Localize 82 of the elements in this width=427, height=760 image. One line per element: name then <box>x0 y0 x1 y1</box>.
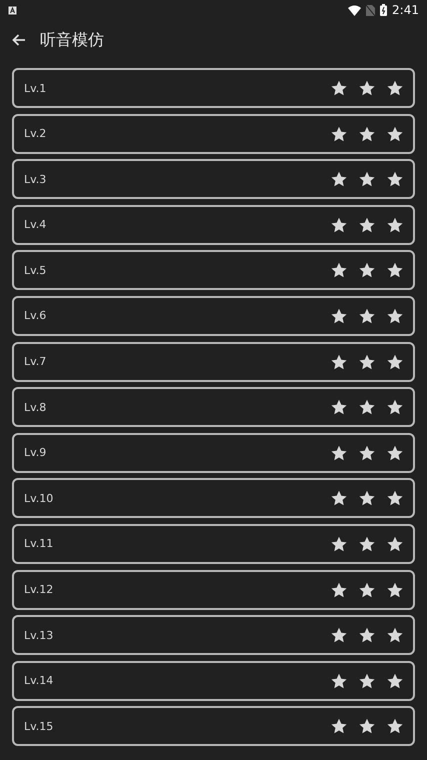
level-card[interactable]: Lv.12 <box>12 570 415 610</box>
level-label: Lv.2 <box>24 127 48 140</box>
level-label: Lv.11 <box>24 537 54 550</box>
star-icon <box>331 399 347 416</box>
star-icon <box>387 126 403 142</box>
star-icon <box>331 718 347 734</box>
star-icon <box>387 399 403 416</box>
star-icon <box>331 216 347 233</box>
level-card[interactable]: Lv.15 <box>12 706 415 746</box>
star-icon <box>359 627 375 644</box>
level-card[interactable]: Lv.3 <box>12 159 415 200</box>
level-label: Lv.5 <box>24 264 48 277</box>
star-icon <box>387 262 403 278</box>
star-icon <box>331 171 347 188</box>
star-icon <box>359 308 375 324</box>
level-card[interactable]: Lv.6 <box>12 296 415 336</box>
level-card[interactable]: Lv.1 <box>12 68 415 108</box>
star-icon <box>359 80 375 96</box>
star-icon <box>359 399 375 416</box>
star-icon <box>359 354 375 370</box>
level-card[interactable]: Lv.9 <box>12 432 415 473</box>
star-icon <box>387 354 403 370</box>
star-icon <box>387 171 403 188</box>
level-label: Lv.7 <box>24 355 48 368</box>
star-icon <box>331 627 347 644</box>
star-icon <box>359 126 375 142</box>
level-card[interactable]: Lv.5 <box>12 250 415 290</box>
no-sim-icon <box>366 4 376 16</box>
level-label: Lv.6 <box>24 309 48 322</box>
star-icon <box>387 718 403 734</box>
level-label: Lv.12 <box>24 583 54 596</box>
star-icon <box>331 536 347 552</box>
back-arrow-icon <box>12 34 26 46</box>
star-icon <box>387 308 403 324</box>
star-icon <box>359 262 375 278</box>
star-icon <box>359 718 375 734</box>
star-icon <box>331 308 347 324</box>
level-label: Lv.13 <box>24 628 54 642</box>
star-icon <box>359 490 375 506</box>
star-icon <box>331 354 347 370</box>
notification-icon <box>8 6 17 14</box>
star-icon <box>387 582 403 598</box>
star-icon <box>331 672 347 689</box>
star-icon <box>387 627 403 644</box>
star-icon <box>359 672 375 689</box>
wifi-icon <box>348 4 362 16</box>
star-icon <box>331 582 347 598</box>
star-icon <box>359 582 375 598</box>
screen-title: 听音模仿 <box>40 30 104 50</box>
star-icon <box>387 672 403 689</box>
star-icon <box>387 536 403 552</box>
battery-icon <box>380 4 388 16</box>
star-icon <box>387 216 403 233</box>
star-icon <box>387 80 403 96</box>
level-card[interactable]: Lv.7 <box>12 342 415 382</box>
level-label: Lv.3 <box>24 172 48 186</box>
level-card[interactable]: Lv.11 <box>12 524 415 564</box>
star-icon <box>331 262 347 278</box>
status-time: 2:41 <box>392 3 419 17</box>
level-label: Lv.9 <box>24 446 48 460</box>
level-label: Lv.8 <box>24 400 48 414</box>
star-icon <box>331 80 347 96</box>
star-icon <box>331 490 347 506</box>
level-label: Lv.1 <box>24 82 48 94</box>
level-card[interactable]: Lv.4 <box>12 204 415 245</box>
star-icon <box>359 536 375 552</box>
star-icon <box>359 171 375 188</box>
level-label: Lv.15 <box>24 720 54 733</box>
level-card[interactable]: Lv.13 <box>12 615 415 656</box>
level-card[interactable]: Lv.14 <box>12 660 415 701</box>
star-icon <box>387 444 403 461</box>
star-icon <box>359 216 375 233</box>
level-label: Lv.14 <box>24 674 54 688</box>
level-label: Lv.10 <box>24 492 54 505</box>
star-icon <box>359 444 375 461</box>
star-icon <box>387 490 403 506</box>
star-icon <box>331 444 347 461</box>
level-card[interactable]: Lv.8 <box>12 387 415 428</box>
level-card[interactable]: Lv.2 <box>12 114 415 154</box>
star-icon <box>331 126 347 142</box>
level-card[interactable]: Lv.10 <box>12 478 415 518</box>
level-label: Lv.4 <box>24 218 48 232</box>
